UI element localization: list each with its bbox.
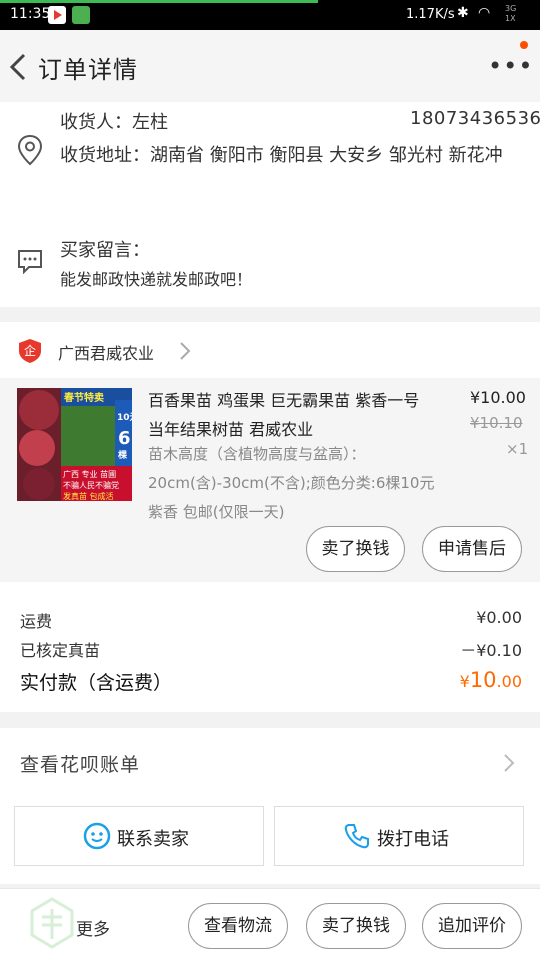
call-phone-label: 拨打电话 <box>377 829 449 850</box>
discount-label: 已核定真苗 <box>20 641 101 660</box>
chat-face-icon <box>83 822 111 850</box>
after-sale-button[interactable]: 申请售后 <box>422 526 522 572</box>
shop-order-card: 企 广西君威农业 春节特卖 10元 6 棵 广西 专业 苗圃 不骗人民 <box>0 322 540 582</box>
add-review-button[interactable]: 追加评价 <box>422 903 522 949</box>
bottom-action-bar: 更多 查看物流 卖了换钱 追加评价 <box>0 888 540 960</box>
shop-name: 广西君威农业 <box>58 344 155 363</box>
more-actions-button[interactable]: 更多 <box>76 915 110 940</box>
page-load-progress <box>0 0 318 3</box>
product-thumbnail[interactable]: 春节特卖 10元 6 棵 广西 专业 苗圃 不骗人民不骗党 发真苗 包成活 <box>17 388 132 501</box>
total-integer: 10 <box>469 668 497 692</box>
shop-header[interactable]: 企 广西君威农业 <box>0 322 540 378</box>
wechat-icon <box>72 6 90 24</box>
phone-icon <box>344 824 369 849</box>
watermark-logo-icon <box>30 897 74 949</box>
status-bar: 11:35 1.17K/s ✱ ◠ 3G 1X <box>0 0 540 30</box>
image-text-promo-a: 广西 专业 苗圃 <box>63 469 116 479</box>
order-item[interactable]: 春节特卖 10元 6 棵 广西 专业 苗圃 不骗人民不骗党 发真苗 包成活 百香… <box>0 378 540 582</box>
image-text-side-c: 棵 <box>118 449 127 461</box>
sell-for-cash-button[interactable]: 卖了换钱 <box>306 526 405 572</box>
chevron-right-icon <box>504 754 515 772</box>
total-decimal: .00 <box>496 672 522 691</box>
item-original-price: ¥10.10 <box>470 414 523 432</box>
huabei-bill-label: 查看花呗账单 <box>20 754 141 776</box>
product-sku: 苗木高度（含植物高度与盆高）：20cm(含)-30cm(不含);颜色分类:6棵1… <box>148 445 435 521</box>
call-phone-button[interactable]: 拨打电话 <box>274 806 524 866</box>
total-value: ¥10.00 <box>460 668 522 692</box>
image-text-top: 春节特卖 <box>64 391 104 404</box>
net-speed: 1.17K/s <box>406 7 455 22</box>
wifi-icon: ◠ <box>478 5 491 21</box>
nav-bar: 订单详情 ••• <box>0 30 540 102</box>
product-image: 春节特卖 10元 6 棵 广西 专业 苗圃 不骗人民不骗党 发真苗 包成活 <box>17 388 132 501</box>
chevron-right-icon <box>180 342 191 360</box>
huabei-bill-row[interactable]: 查看花呗账单 <box>0 728 540 794</box>
shipping-label: 运费 <box>20 612 53 631</box>
buyer-message-text: 能发邮政快递就发邮政吧！ <box>60 270 253 289</box>
signal-icon: 3G 1X <box>505 4 516 24</box>
image-text-side-a: 10元 <box>117 412 132 423</box>
signal-label-bottom: 1X <box>505 14 516 23</box>
buyer-message-label: 买家留言： <box>60 240 150 261</box>
page-title: 订单详情 <box>38 56 138 84</box>
notification-dot <box>520 41 528 49</box>
image-text-promo-b: 不骗人民不骗党 <box>63 480 119 490</box>
item-price: ¥10.00 <box>470 388 526 407</box>
enterprise-shop-icon: 企 <box>19 339 41 363</box>
payment-summary: 运费 ¥0.00 已核定真苗 －¥0.10 实付款（含运费） ¥10.00 <box>0 582 540 712</box>
message-icon <box>18 250 42 274</box>
view-logistics-button[interactable]: 查看物流 <box>188 903 288 949</box>
contact-section: 联系卖家 拨打电话 <box>0 794 540 884</box>
receiver-name: 收货人：左柱 <box>60 112 168 133</box>
receiver-phone: 18073436536 <box>410 108 540 129</box>
image-text-promo-c: 发真苗 包成活 <box>63 491 114 501</box>
image-text-side-b: 6 <box>118 428 131 449</box>
sell-for-cash-bottom-button[interactable]: 卖了换钱 <box>306 903 406 949</box>
contact-seller-label: 联系卖家 <box>117 829 189 850</box>
address-section: 收货人：左柱 18073436536 收货地址：湖南省 衡阳市 衡阳县 大安乡 … <box>0 102 540 307</box>
signal-label-top: 3G <box>505 4 517 13</box>
contact-seller-button[interactable]: 联系卖家 <box>14 806 264 866</box>
location-pin-icon <box>17 134 43 166</box>
discount-value: －¥0.10 <box>460 641 522 660</box>
total-label: 实付款（含运费） <box>20 672 173 694</box>
total-currency: ¥ <box>459 672 470 691</box>
shop-logo-char: 企 <box>24 343 36 358</box>
more-menu-button[interactable]: ••• <box>488 52 533 80</box>
status-time: 11:35 <box>10 6 51 22</box>
back-arrow-icon[interactable] <box>6 52 30 82</box>
bluetooth-icon: ✱ <box>457 5 469 21</box>
app-store-icon <box>48 6 66 24</box>
receiver-address: 收货地址：湖南省 衡阳市 衡阳县 大安乡 邹光村 新花冲 <box>60 145 503 166</box>
item-quantity: ×1 <box>506 440 529 458</box>
product-title[interactable]: 百香果苗 鸡蛋果 巨无霸果苗 紫香一号 当年结果树苗 君威农业 <box>148 386 428 444</box>
shipping-value: ¥0.00 <box>476 608 522 627</box>
